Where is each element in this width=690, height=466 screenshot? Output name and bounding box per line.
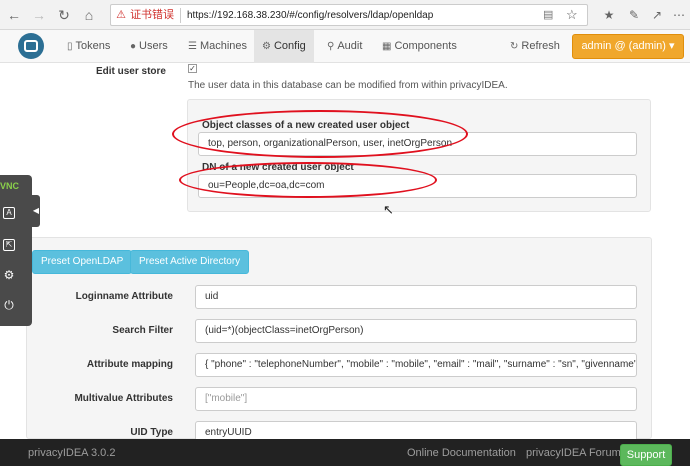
vnc-toolbar: VNC A ⇱ ⚙ ⏻	[0, 175, 32, 326]
privacyidea-forum-link[interactable]: privacyIDEA Forum	[526, 447, 621, 459]
nav-config[interactable]: ⚙ Config	[254, 30, 314, 63]
refresh-icon: ↻	[510, 41, 519, 52]
nav-audit[interactable]: ⚲ Audit	[322, 30, 367, 63]
favorites-bar-icon[interactable]: ★	[600, 6, 618, 24]
footer: privacyIDEA 3.0.2 Online Documentation p…	[0, 439, 690, 466]
nav-components[interactable]: ▦ Components	[377, 30, 462, 63]
preset-openldap-button[interactable]: Preset OpenLDAP	[32, 250, 133, 274]
annotation-ellipse	[172, 110, 468, 158]
search-filter-label: Search Filter	[112, 325, 173, 336]
favorite-star-icon[interactable]: ☆	[566, 7, 578, 23]
list-icon: ☰	[188, 41, 197, 52]
nav-machines[interactable]: ☰ Machines	[183, 30, 252, 63]
cert-warning[interactable]: ⚠ 证书错误	[115, 8, 182, 23]
search-icon: ⚲	[327, 41, 335, 52]
components-icon: ▦	[382, 41, 392, 52]
warning-icon: ⚠	[116, 9, 126, 21]
privacyidea-logo[interactable]	[18, 33, 44, 59]
address-bar[interactable]: ⚠ 证书错误 https://192.168.38.230/#/config/r…	[110, 4, 588, 26]
refresh-icon[interactable]: ↻	[55, 6, 73, 24]
nav-users[interactable]: ● Users	[125, 30, 173, 63]
forward-arrow-icon[interactable]: →	[30, 6, 48, 24]
footer-version: privacyIDEA 3.0.2	[28, 447, 116, 459]
user-icon: ●	[130, 41, 137, 52]
back-arrow-icon[interactable]: ←	[5, 6, 23, 24]
mobile-icon: ▯	[67, 41, 73, 52]
annotation-ellipse	[179, 162, 437, 198]
attribute-mapping-input[interactable]: { "phone" : "telephoneNumber", "mobile" …	[195, 353, 637, 377]
search-filter-input[interactable]: (uid=*)(objectClass=inetOrgPerson)	[195, 319, 637, 343]
more-menu-icon[interactable]: ⋯	[670, 6, 688, 24]
vnc-logo: VNC	[0, 181, 20, 191]
edit-user-store-help: The user data in this database can be mo…	[188, 80, 508, 91]
loginname-attribute-input[interactable]: uid	[195, 285, 637, 309]
attribute-mapping-label: Attribute mapping	[86, 359, 173, 370]
url-text: https://192.168.38.230/#/config/resolver…	[187, 10, 434, 21]
keyboard-icon[interactable]: A	[0, 202, 18, 220]
nav-tokens[interactable]: ▯ Tokens	[62, 30, 115, 63]
online-documentation-link[interactable]: Online Documentation	[407, 447, 516, 459]
vnc-toolbar-handle[interactable]: ◀	[32, 195, 40, 227]
reader-mode-icon[interactable]: ▤	[543, 8, 553, 21]
uid-type-label: UID Type	[130, 427, 173, 438]
preset-active-directory-button[interactable]: Preset Active Directory	[130, 250, 250, 274]
fullscreen-icon[interactable]: ⇱	[0, 234, 18, 252]
home-icon[interactable]: ⌂	[80, 6, 98, 24]
share-icon[interactable]: ↗	[648, 6, 666, 24]
support-button[interactable]: Support	[620, 444, 672, 466]
gear-icon: ⚙	[262, 41, 271, 52]
mouse-cursor-icon: ↖	[383, 202, 394, 217]
edit-user-store-label: Edit user store	[95, 66, 166, 77]
caret-down-icon: ▾	[669, 40, 675, 52]
refresh-button[interactable]: ↻ Refresh	[510, 30, 560, 63]
power-icon[interactable]: ⏻	[0, 296, 18, 314]
loginname-attribute-label: Loginname Attribute	[75, 291, 173, 302]
multivalue-attributes-input[interactable]: ["mobile"]	[195, 387, 637, 411]
settings-gear-icon[interactable]: ⚙	[0, 266, 18, 284]
app-navbar: ▯ Tokens ● Users ☰ Machines ⚙ Config ⚲ Audit …	[0, 30, 690, 63]
multivalue-attributes-label: Multivalue Attributes	[74, 393, 173, 404]
edit-user-store-checkbox[interactable]: ✓	[188, 64, 197, 73]
admin-menu-button[interactable]: admin @ (admin) ▾	[572, 34, 684, 59]
browser-toolbar: ← → ↻ ⌂ ⚠ 证书错误 https://192.168.38.230/#/…	[0, 0, 690, 30]
uid-type-input[interactable]: entryUUID	[195, 421, 637, 439]
notes-icon[interactable]: ✎	[625, 6, 643, 24]
